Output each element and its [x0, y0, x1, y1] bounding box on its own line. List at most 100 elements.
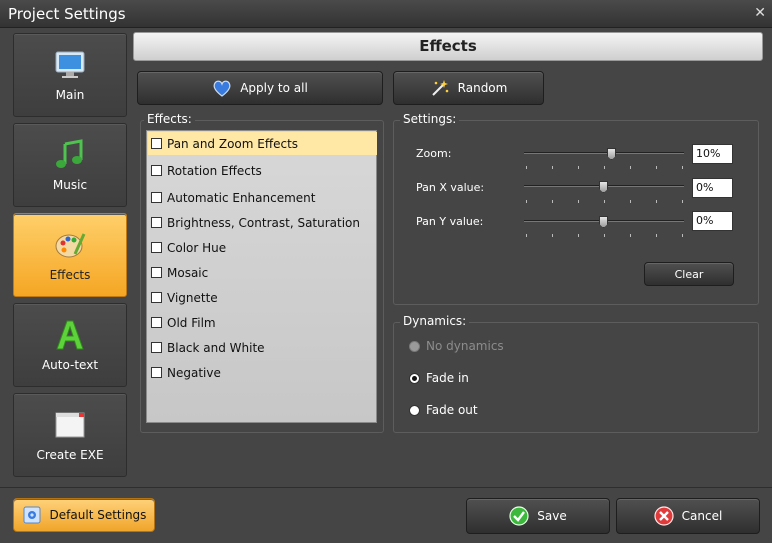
slider-tick [578, 200, 579, 203]
slider-tick [526, 166, 527, 169]
pan-x-value-field[interactable]: 0% [692, 178, 733, 198]
slider-tick [604, 200, 605, 203]
slider-tick [682, 200, 683, 203]
pan-x-slider-ticks [524, 200, 684, 203]
apply-to-all-label: Apply to all [240, 81, 308, 95]
effect-checkbox[interactable] [151, 367, 162, 378]
effect-label: Black and White [167, 340, 265, 355]
radio-label: Fade out [426, 403, 478, 417]
effect-item[interactable]: Vignette [148, 286, 377, 309]
sidebar-item-label: Create EXE [36, 448, 104, 462]
slider-tick [578, 166, 579, 169]
slider-tick [552, 200, 553, 203]
effect-item[interactable]: Color Hue [148, 236, 377, 259]
title-bar: Project Settings ✕ [0, 0, 772, 28]
effect-item[interactable]: Automatic Enhancement [148, 186, 377, 209]
clear-button[interactable]: Clear [644, 262, 734, 286]
slider-tick [552, 166, 553, 169]
palette-icon [55, 233, 86, 258]
effect-label: Old Film [167, 315, 216, 330]
sidebar-item-auto-text[interactable]: Auto-text [13, 303, 127, 387]
effect-label: Color Hue [167, 240, 227, 255]
effect-label: Rotation Effects [167, 163, 262, 178]
save-button[interactable]: Save [466, 498, 610, 534]
fade-in-radio[interactable]: Fade in [409, 371, 469, 385]
zoom-slider-track[interactable] [524, 152, 684, 154]
effect-label: Vignette [167, 290, 218, 305]
effect-item[interactable]: Old Film [148, 311, 377, 334]
effect-label: Mosaic [167, 265, 209, 280]
zoom-value-field[interactable]: 10% [692, 144, 733, 164]
effect-item[interactable]: Brightness, Contrast, Saturation [148, 211, 377, 234]
sidebar-item-effects[interactable]: Effects [13, 213, 127, 297]
effect-checkbox[interactable] [151, 138, 162, 149]
settings-legend: Settings: [400, 112, 460, 126]
effects-legend: Effects: [144, 112, 195, 126]
effect-label: Negative [167, 365, 221, 380]
radio-button[interactable] [409, 404, 420, 416]
sidebar-item-label: Main [55, 88, 85, 102]
sidebar-item-label: Music [52, 178, 88, 192]
zoom-slider-ticks [524, 166, 684, 169]
slider-tick [630, 200, 631, 203]
save-label: Save [537, 509, 567, 523]
footer-bar: Default Settings Save Cancel [0, 487, 772, 543]
effect-item[interactable]: Rotation Effects [148, 159, 377, 182]
settings-gear-icon [23, 506, 41, 524]
window-title: Project Settings [8, 5, 126, 23]
effect-checkbox[interactable] [151, 192, 162, 203]
radio-label: Fade in [426, 371, 469, 385]
slider-tick [682, 234, 683, 237]
effect-checkbox[interactable] [151, 242, 162, 253]
random-button[interactable]: Random [393, 71, 544, 105]
heart-icon [213, 80, 231, 97]
cancel-button[interactable]: Cancel [616, 498, 760, 534]
settings-window: Main Music Effects Auto-text Create EXE … [0, 28, 772, 543]
effect-item[interactable]: Mosaic [148, 261, 377, 284]
effect-checkbox[interactable] [151, 317, 162, 328]
radio-label: No dynamics [426, 339, 504, 353]
sidebar-item-create-exe[interactable]: Create EXE [13, 393, 127, 477]
sidebar-item-label: Effects [49, 268, 91, 282]
slider-tick [552, 234, 553, 237]
letter-a-icon [56, 320, 84, 350]
pan-x-label: Pan X value: [416, 181, 485, 194]
effect-checkbox[interactable] [151, 342, 162, 353]
effect-checkbox[interactable] [151, 292, 162, 303]
dynamics-legend: Dynamics: [400, 314, 470, 328]
slider-tick [526, 200, 527, 203]
checkmark-icon [509, 506, 529, 526]
window-icon [55, 412, 85, 438]
fade-out-radio[interactable]: Fade out [409, 403, 478, 417]
pan-y-label: Pan Y value: [416, 215, 484, 228]
pan-y-slider-ticks [524, 234, 684, 237]
effect-item[interactable]: Negative [148, 361, 377, 384]
sidebar-item-main[interactable]: Main [13, 33, 127, 117]
magic-wand-icon [431, 80, 448, 96]
effects-list[interactable]: Pan and Zoom Effects Rotation Effects Au… [146, 130, 377, 423]
radio-button[interactable] [409, 340, 420, 352]
radio-button[interactable] [409, 372, 420, 384]
slider-tick [526, 234, 527, 237]
sidebar-item-music[interactable]: Music [13, 123, 127, 207]
effect-item[interactable]: Black and White [148, 336, 377, 359]
default-settings-button[interactable]: Default Settings [13, 498, 155, 532]
slider-tick [604, 166, 605, 169]
slider-tick [656, 166, 657, 169]
effect-checkbox[interactable] [151, 217, 162, 228]
slider-tick [630, 166, 631, 169]
effect-label: Brightness, Contrast, Saturation [167, 215, 361, 230]
pan-y-value-field[interactable]: 0% [692, 211, 733, 231]
cancel-x-icon [654, 506, 674, 526]
no-dynamics-radio[interactable]: No dynamics [409, 339, 504, 353]
effect-checkbox[interactable] [151, 267, 162, 278]
default-settings-label: Default Settings [49, 508, 147, 522]
apply-to-all-button[interactable]: Apply to all [137, 71, 383, 105]
effect-label: Automatic Enhancement [167, 190, 316, 205]
sidebar-item-label: Auto-text [41, 358, 99, 372]
page-title: Effects [133, 32, 763, 61]
close-icon[interactable]: ✕ [754, 5, 766, 21]
effect-item[interactable]: Pan and Zoom Effects [148, 132, 377, 155]
effect-checkbox[interactable] [151, 165, 162, 176]
effect-label: Pan and Zoom Effects [167, 136, 299, 151]
